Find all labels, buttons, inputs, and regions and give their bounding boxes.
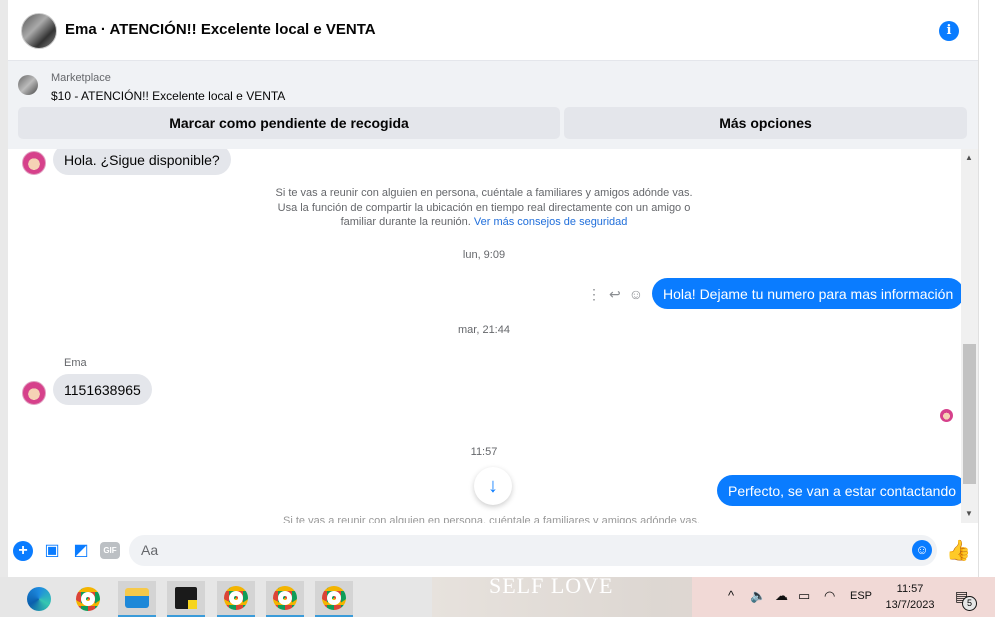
mark-pending-button[interactable]: Marcar como pendiente de recogida (18, 107, 560, 139)
read-receipt-avatar (940, 409, 953, 422)
taskbar-chrome[interactable] (69, 581, 107, 617)
volume-icon[interactable]: 🔈 (750, 588, 766, 604)
battery-icon[interactable]: ▭ (798, 588, 810, 604)
language-indicator[interactable]: ESP (850, 590, 872, 602)
contact-avatar[interactable] (22, 381, 46, 405)
taskbar-chrome-profile-a[interactable] (217, 581, 255, 617)
listing-avatar[interactable] (21, 13, 57, 49)
timestamp: 11:57 (470, 446, 498, 458)
listing-title[interactable]: $10 - ATENCIÓN!! Excelente local e VENTA (51, 89, 285, 103)
messenger-chat-window: Ema · ATENCIÓN!! Excelente local e VENTA… (8, 0, 978, 577)
notification-count: 5 (962, 596, 977, 611)
edge-icon (27, 587, 51, 611)
sticker-icon[interactable]: ◩ (71, 541, 91, 561)
taskbar-sticky-notes[interactable] (167, 581, 205, 617)
message-list: Hola. ¿Sigue disponible? Si te vas a reu… (8, 149, 961, 523)
more-options-button[interactable]: Más opciones (564, 107, 967, 139)
chat-title[interactable]: Ema · ATENCIÓN!! Excelente local e VENTA (65, 21, 376, 38)
reply-icon[interactable]: ↩ (609, 286, 621, 303)
photo-icon[interactable]: ▣ (42, 541, 62, 561)
chrome-icon (322, 586, 346, 610)
taskbar-chrome-profile-b[interactable] (266, 581, 304, 617)
sender-name: Ema (64, 357, 87, 369)
outgoing-message[interactable]: Hola! Dejame tu numero para mas informac… (652, 278, 961, 309)
faded-safety-notice: Si te vas a reunir con alguien en person… (283, 515, 701, 523)
timestamp: lun, 9:09 (462, 249, 506, 261)
chevron-up-icon[interactable]: ^ (728, 588, 734, 603)
taskbar-edge[interactable] (20, 581, 58, 617)
react-emoji-icon[interactable]: ☺ (629, 286, 643, 303)
message-scrollbar[interactable]: ▲ ▼ (961, 149, 978, 523)
chrome-icon (224, 586, 248, 610)
wallpaper-text: SELF LOVE (489, 573, 614, 598)
marketplace-banner: Marketplace $10 - ATENCIÓN!! Excelente l… (8, 61, 978, 149)
outgoing-message[interactable]: Perfecto, se van a estar contactando (717, 475, 961, 506)
scroll-to-bottom-button[interactable]: ↓ (474, 467, 512, 505)
safety-tips-link[interactable]: Ver más consejos de seguridad (474, 216, 627, 228)
folder-icon (125, 588, 149, 608)
timestamp: mar, 21:44 (458, 324, 510, 336)
incoming-message[interactable]: 1151638965 (53, 374, 152, 405)
taskbar-file-explorer[interactable] (118, 581, 156, 617)
more-dots-icon[interactable]: ⋮ (587, 286, 601, 303)
sticky-notes-icon (175, 587, 197, 609)
message-input[interactable]: Aa (129, 535, 937, 566)
plus-icon[interactable]: + (13, 541, 33, 561)
listing-thumbnail[interactable] (18, 75, 38, 95)
composer: + ▣ ◩ GIF Aa ☺ 👍 (8, 530, 978, 577)
emoji-icon[interactable]: ☺ (912, 540, 932, 560)
left-window-edge (0, 0, 8, 577)
marketplace-label: Marketplace (51, 72, 111, 84)
page-scrollbar[interactable] (978, 0, 995, 577)
clock[interactable]: 11:57 13/7/2023 (884, 581, 936, 613)
chat-header: Ema · ATENCIÓN!! Excelente local e VENTA… (8, 0, 978, 61)
wallpaper-strip-right (692, 577, 995, 617)
info-icon[interactable]: i (939, 21, 959, 41)
scrollbar-thumb[interactable] (963, 344, 976, 484)
scroll-up-arrow-icon[interactable]: ▲ (965, 153, 973, 162)
onedrive-icon[interactable]: ☁ (775, 588, 788, 604)
message-actions: ⋮ ↩ ☺ (587, 286, 643, 303)
clock-date: 13/7/2023 (885, 599, 935, 611)
incoming-message[interactable]: Hola. ¿Sigue disponible? (53, 149, 231, 175)
chrome-icon (273, 586, 297, 610)
windows-taskbar: SELF LOVE ^ 🔈 ☁ ▭ ◠ ESP 11:57 13/7/2023 … (0, 573, 995, 617)
like-icon[interactable]: 👍 (946, 538, 971, 563)
taskbar-chrome-profile-j[interactable] (315, 581, 353, 617)
gif-icon[interactable]: GIF (100, 542, 120, 559)
clock-time: 11:57 (896, 583, 924, 595)
chrome-icon (76, 587, 100, 611)
scroll-down-arrow-icon[interactable]: ▼ (965, 509, 973, 518)
wifi-icon[interactable]: ◠ (824, 588, 835, 604)
safety-notice: Si te vas a reunir con alguien en person… (268, 186, 700, 230)
contact-avatar[interactable] (22, 151, 46, 175)
